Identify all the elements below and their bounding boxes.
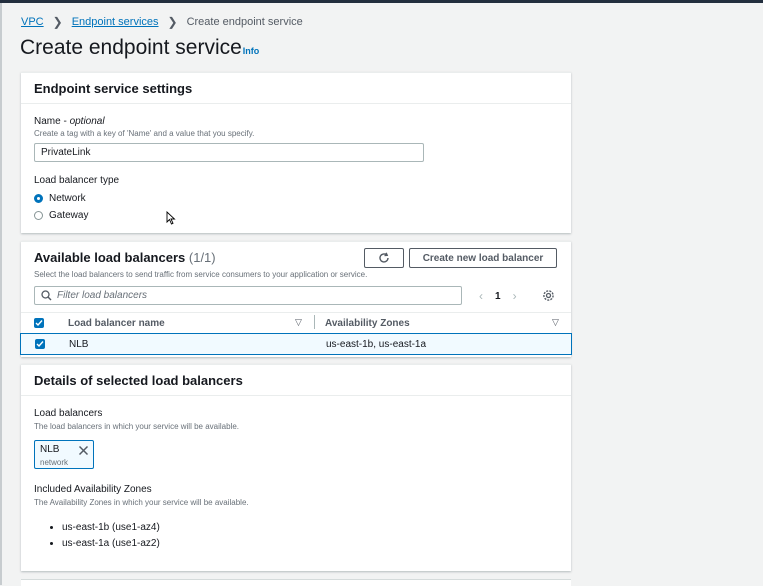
next-page-icon[interactable]: › <box>513 289 517 303</box>
column-header-zones[interactable]: Availability Zones <box>325 318 410 329</box>
mouse-cursor-icon <box>166 211 176 225</box>
load-balancers-description: The load balancers in which your service… <box>34 422 239 431</box>
load-balancer-type-label: Load balancer type <box>34 175 120 186</box>
row-name: NLB <box>69 339 89 350</box>
breadcrumb-vpc-link[interactable]: VPC <box>21 16 44 28</box>
selected-count: (1/1) <box>188 250 216 265</box>
page-number[interactable]: 1 <box>495 291 501 302</box>
check-icon <box>35 320 43 327</box>
available-description: Select the load balancers to send traffi… <box>34 270 368 279</box>
availability-zones-description: The Availability Zones in which your ser… <box>34 498 249 507</box>
column-header-name[interactable]: Load balancer name <box>68 318 165 329</box>
availability-zones-label: Included Availability Zones <box>34 484 152 495</box>
filter-input[interactable]: Filter load balancers <box>34 286 462 305</box>
sort-down-icon[interactable]: ▽ <box>552 317 559 328</box>
radio-gateway-label: Gateway <box>49 210 89 221</box>
name-field-description: Create a tag with a key of 'Name' and a … <box>34 129 255 138</box>
left-divider <box>0 3 2 585</box>
refresh-icon <box>379 252 389 263</box>
filter-placeholder: Filter load balancers <box>57 290 148 301</box>
available-heading-text: Available load balancers <box>34 250 186 265</box>
radio-unselected-icon <box>34 211 43 220</box>
refresh-button[interactable] <box>364 248 404 268</box>
list-item: us-east-1b (use1-az4) <box>62 520 160 536</box>
breadcrumb-endpoint-services-link[interactable]: Endpoint services <box>72 16 159 28</box>
token-type: network <box>40 458 69 467</box>
token-name: NLB <box>40 444 60 455</box>
breadcrumb: VPC ❯ Endpoint services ❯ Create endpoin… <box>21 15 303 29</box>
column-resizer[interactable] <box>314 315 315 329</box>
list-item: us-east-1a (use1-az2) <box>62 536 160 552</box>
check-icon <box>36 341 44 348</box>
settings-gear-icon[interactable] <box>542 289 555 302</box>
name-input-value: PrivateLink <box>41 147 91 158</box>
table-header-top <box>21 312 571 313</box>
prev-page-icon[interactable]: ‹ <box>479 289 483 303</box>
panel-heading: Available load balancers (1/1) <box>34 250 216 265</box>
availability-zone-list: us-east-1b (use1-az4) us-east-1a (use1-a… <box>48 520 160 552</box>
endpoint-service-settings-panel: Endpoint service settings Name - optiona… <box>21 72 571 233</box>
panel-divider <box>21 395 571 396</box>
load-balancers-label: Load balancers <box>34 408 103 419</box>
page-title: Create endpoint service <box>20 36 242 59</box>
pagination: ‹ 1 › <box>479 289 517 303</box>
top-bar <box>0 0 763 3</box>
name-label-text: Name - <box>34 116 70 127</box>
table-row[interactable]: NLB us-east-1b, us-east-1a <box>20 333 572 355</box>
select-all-checkbox[interactable] <box>34 318 44 328</box>
chevron-right-icon: ❯ <box>52 15 63 29</box>
breadcrumb-current: Create endpoint service <box>186 16 303 28</box>
name-field-label: Name - optional <box>34 116 105 127</box>
page-header: Create endpoint service Info <box>20 36 259 60</box>
search-icon <box>41 290 52 301</box>
radio-network-label: Network <box>49 193 86 204</box>
info-link[interactable]: Info <box>243 46 260 56</box>
create-load-balancer-button[interactable]: Create new load balancer <box>409 248 557 268</box>
row-checkbox[interactable] <box>35 339 45 349</box>
panel-divider <box>21 103 571 104</box>
panel-heading: Endpoint service settings <box>34 81 193 96</box>
row-zones: us-east-1b, us-east-1a <box>326 339 427 350</box>
radio-selected-icon <box>34 194 43 203</box>
radio-network[interactable]: Network <box>34 193 86 204</box>
name-input[interactable]: PrivateLink <box>34 143 424 162</box>
panel-heading: Details of selected load balancers <box>34 373 243 388</box>
sort-down-icon[interactable]: ▽ <box>295 317 302 328</box>
selected-lb-token: NLB network <box>34 440 94 469</box>
radio-gateway[interactable]: Gateway <box>34 210 88 221</box>
chevron-right-icon: ❯ <box>167 15 178 29</box>
close-icon[interactable] <box>78 445 89 456</box>
optional-text: optional <box>69 116 105 127</box>
